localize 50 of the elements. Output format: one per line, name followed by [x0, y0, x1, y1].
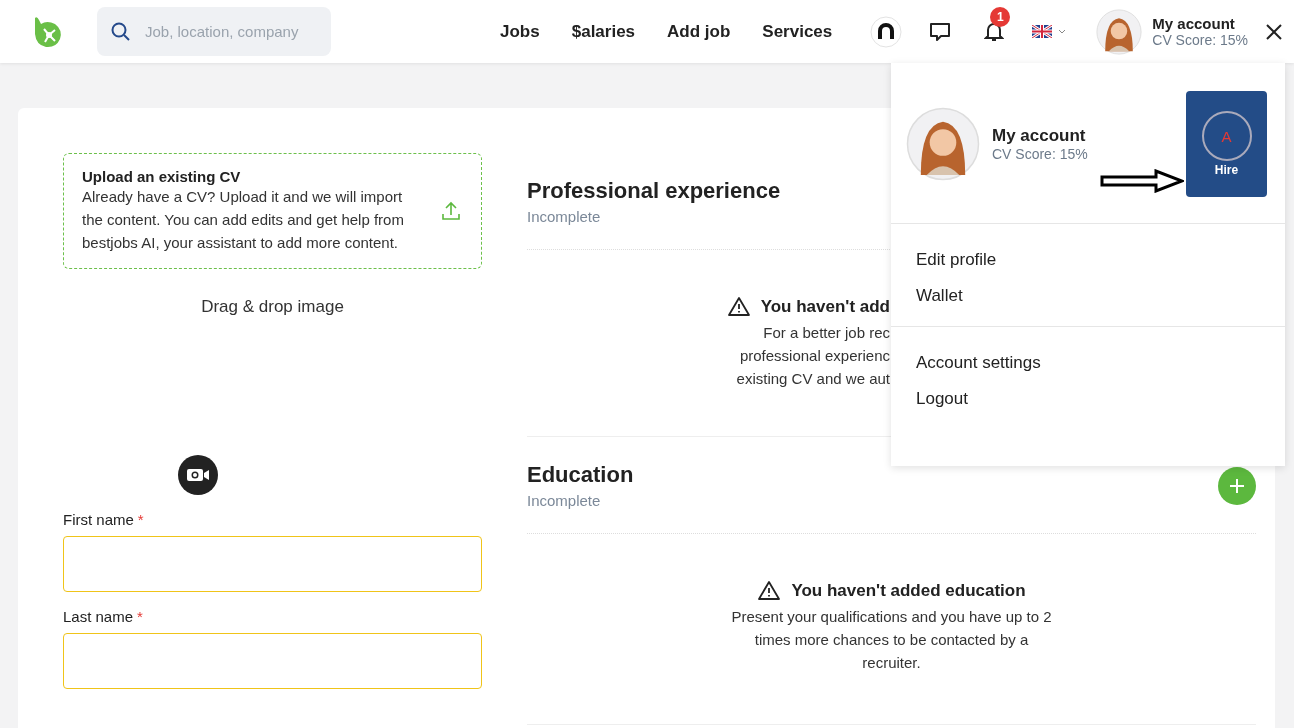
- empty-title: You haven't add: [760, 296, 890, 317]
- avatar: [1096, 8, 1143, 55]
- chat-icon[interactable]: [929, 21, 952, 42]
- required-mark: *: [137, 608, 143, 625]
- empty-title: You haven't added education: [791, 580, 1026, 601]
- menu-item[interactable]: Account settings: [916, 353, 1260, 373]
- empty-text: For a better job rec: [763, 323, 890, 343]
- nav-link[interactable]: Jobs: [500, 21, 540, 42]
- upload-text: Already have a CV? Upload it and we will import the content. You can add edits and get help from bestjobs AI, your assistant to add more content.: [82, 187, 405, 253]
- menu-item[interactable]: Edit profile: [916, 250, 1260, 270]
- field-label: First name *: [63, 511, 145, 528]
- account-name[interactable]: My account: [1152, 15, 1248, 32]
- plus-icon: [1229, 477, 1245, 494]
- warning-icon: [757, 580, 782, 601]
- section-status: Incomplete: [527, 208, 602, 225]
- notification-badge: 1: [990, 6, 1011, 27]
- text-input[interactable]: [63, 633, 482, 689]
- add-button[interactable]: [1218, 466, 1256, 505]
- text-input[interactable]: [63, 536, 482, 592]
- section-status: Incomplete: [527, 492, 602, 509]
- hire-button[interactable]: A Hire: [1186, 91, 1267, 197]
- video-camera-icon: [186, 467, 210, 483]
- menu-item[interactable]: Logout: [916, 389, 1260, 409]
- section-title: Education: [527, 462, 634, 488]
- bell-icon[interactable]: [984, 20, 1005, 43]
- account-name: My account: [992, 126, 1087, 146]
- chevron-down-icon[interactable]: [1058, 29, 1067, 34]
- nav-link[interactable]: Add job: [667, 21, 731, 42]
- empty-text: recruiter.: [862, 653, 921, 673]
- nav-link[interactable]: $alaries: [571, 21, 636, 42]
- empty-text: professional experienc: [739, 346, 890, 366]
- nav-link[interactable]: Services: [762, 21, 833, 42]
- empty-text: existing CV and we aut: [736, 369, 890, 389]
- field-label: Last name *: [63, 608, 144, 625]
- arch-logo-icon[interactable]: [870, 15, 903, 48]
- camera-button[interactable]: [178, 455, 218, 495]
- warning-icon: [726, 296, 751, 317]
- menu-item[interactable]: Wallet: [916, 286, 1260, 306]
- empty-text: times more chances to be contacted by a: [754, 630, 1029, 650]
- search-field[interactable]: Job, location, company: [97, 7, 331, 56]
- drag-drop-label: Drag & drop image: [200, 297, 345, 317]
- upload-area[interactable]: Upload an existing CV Already have a CV? Upload it and we will import the content. You can add edits and get help from bestjobs AI, your assistant to add more content.: [63, 153, 482, 269]
- required-mark: *: [137, 511, 144, 528]
- empty-text: Present your qualifications and you have up to 2: [731, 607, 1052, 627]
- upload-title: Upload an existing CV: [82, 168, 242, 185]
- section-title: Professional experience: [527, 178, 781, 204]
- uk-flag-icon[interactable]: [1032, 25, 1053, 38]
- cv-score: CV Score: 15%: [1152, 32, 1248, 48]
- cv-score: CV Score: 15%: [992, 146, 1088, 162]
- close-icon[interactable]: [1266, 23, 1282, 40]
